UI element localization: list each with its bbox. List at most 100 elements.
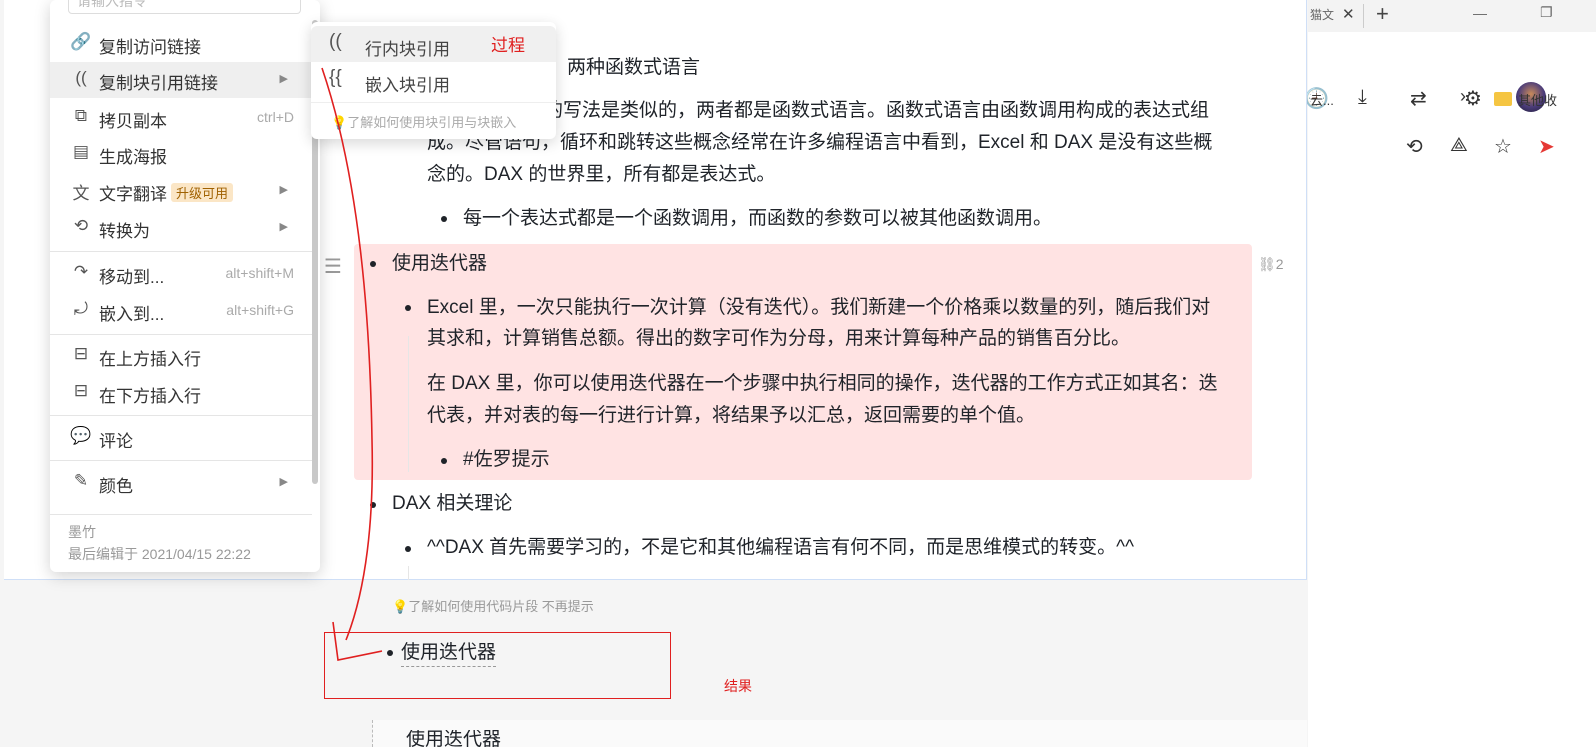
insert-above-icon: ⊟ bbox=[73, 344, 89, 363]
menu-item-label: 拷贝副本 bbox=[99, 112, 167, 131]
bookmarks-bar: 云... › 其他收 bbox=[1308, 84, 1596, 114]
chevron-right-icon[interactable]: › bbox=[1460, 86, 1466, 107]
menu-item-label: 移动到... bbox=[99, 268, 165, 287]
menu-item-color[interactable]: ✎ 颜色 ▶ bbox=[50, 465, 312, 501]
annotation-process-label: 过程 bbox=[491, 36, 525, 55]
inline-block-ref[interactable]: 使用迭代器 bbox=[401, 640, 497, 667]
author-name: 墨竹 bbox=[68, 524, 96, 540]
list-bullet bbox=[441, 458, 447, 464]
menu-item-move[interactable]: ↷ 移动到... alt+shift+M bbox=[50, 256, 312, 292]
menu-divider bbox=[50, 251, 312, 252]
bookmark-fragment[interactable]: 云... bbox=[1310, 90, 1334, 109]
block-ref-count[interactable]: ⛓2 bbox=[1258, 256, 1284, 273]
embed-ref-icon: {{ bbox=[329, 67, 342, 88]
copy-icon: ⧉ bbox=[74, 106, 88, 125]
menu-item-convert[interactable]: ⟲ 转换为 ▶ bbox=[50, 210, 312, 246]
tab-close-icon[interactable]: ✕ bbox=[1342, 5, 1355, 23]
browser-toolbar: 🕘 ⤓ ⇄ ⚙ bbox=[1304, 40, 1596, 112]
menu-item-copy-access-link[interactable]: 🔗 复制访问链接 bbox=[50, 26, 312, 62]
comment-icon: 💬 bbox=[70, 426, 92, 445]
insert-below-icon: ⊟ bbox=[73, 381, 89, 400]
new-tab-icon[interactable]: + bbox=[1376, 1, 1389, 27]
list-item: DAX 相关理论 bbox=[392, 493, 513, 514]
star-icon[interactable]: ☆ bbox=[1494, 134, 1512, 159]
heading-fragment: 两种函数式语言 bbox=[567, 57, 701, 78]
list-item: ^^DAX 首先需要学习的，不是它和其他编程语言有何不同，而是思维模式的转变。^… bbox=[427, 537, 1135, 558]
list-bullet bbox=[370, 261, 376, 267]
menu-item-insert-below[interactable]: ⊟ 在下方插入行 bbox=[50, 375, 312, 411]
paragraph-line: 代表，并对表的每一行进行计算，将结果予以汇总，返回需要的单个值。 bbox=[427, 405, 1036, 426]
menu-divider bbox=[50, 415, 312, 416]
indent-guide bbox=[408, 566, 409, 580]
inline-ref-icon: (( bbox=[329, 31, 342, 52]
translate-icon: 文 bbox=[72, 184, 90, 203]
submenu-arrow-icon: ▶ bbox=[279, 221, 288, 233]
menu-item-label: 评论 bbox=[99, 432, 133, 451]
menu-divider bbox=[50, 334, 312, 335]
list-bullet bbox=[405, 546, 411, 552]
menu-item-duplicate[interactable]: ⧉ 拷贝副本 ctrl+D bbox=[50, 100, 312, 136]
submenu-arrow-icon: ▶ bbox=[279, 184, 288, 196]
folder-icon bbox=[1494, 92, 1512, 106]
send-icon[interactable]: ➤ bbox=[1538, 134, 1555, 159]
menu-item-label: 文字翻译 升级可用 bbox=[99, 180, 234, 205]
block-ref-icon: (( bbox=[75, 68, 87, 87]
menu-item-label: 在上方插入行 bbox=[99, 350, 201, 369]
next-block-text: 使用迭代器 bbox=[406, 730, 502, 747]
list-bullet bbox=[405, 305, 411, 311]
menu-item-label: 复制块引用链接 bbox=[99, 74, 218, 93]
snippet-tip[interactable]: 💡了解如何使用代码片段 不再提示 bbox=[392, 596, 594, 615]
block-context-menu: 请输入指令 🔗 复制访问链接 (( 复制块引用链接 ▶ ⧉ 拷贝副本 ctrl+… bbox=[50, 0, 320, 572]
link-icon: 🔗 bbox=[70, 32, 92, 51]
menu-item-copy-block-ref[interactable]: (( 复制块引用链接 ▶ bbox=[50, 62, 312, 98]
indent-guide bbox=[408, 336, 409, 472]
tag-link[interactable]: #佐罗提示 bbox=[463, 444, 550, 476]
tab-separator bbox=[1363, 4, 1364, 28]
embed-icon: ⤾ bbox=[73, 299, 89, 318]
other-bookmarks[interactable]: 其他收 bbox=[1518, 90, 1557, 109]
menu-item-label: 复制访问链接 bbox=[99, 38, 201, 57]
command-search-input[interactable]: 请输入指令 bbox=[68, 0, 301, 14]
list-bullet bbox=[441, 216, 447, 222]
paragraph-line: 的写法是类似的，两者都是函数式语言。函数式语言由函数调用构成的表达式组 bbox=[544, 100, 1210, 121]
history-icon[interactable]: ⟲ bbox=[1406, 134, 1423, 159]
list-item: 每一个表达式都是一个函数调用，而函数的参数可以被其他函数调用。 bbox=[463, 208, 1053, 229]
poster-icon: ▤ bbox=[72, 142, 90, 161]
next-block bbox=[372, 720, 1307, 747]
menu-divider bbox=[50, 514, 312, 515]
menu-item-translate[interactable]: 文 文字翻译 升级可用 ▶ bbox=[50, 173, 312, 209]
submenu-item-embed-ref[interactable]: {{ 嵌入块引用 bbox=[311, 62, 556, 98]
submenu-help-link[interactable]: 💡了解如何使用块引用与块嵌入 bbox=[331, 112, 516, 131]
submenu-item-label: 行内块引用 bbox=[365, 40, 450, 59]
menu-item-label: 嵌入到... bbox=[99, 305, 165, 324]
browser-chrome: 猫文 ✕ + — ❐ 🕘 ⤓ ⇄ ⚙ 云... › 其他收 ⟲ ⟁ ☆ ➤ bbox=[1304, 0, 1596, 747]
menu-item-insert-above[interactable]: ⊟ 在上方插入行 bbox=[50, 338, 312, 374]
menu-item-comment[interactable]: 💬 评论 bbox=[50, 420, 312, 456]
shortcut-hint: ctrl+D bbox=[257, 109, 294, 125]
convert-icon: ⟲ bbox=[73, 216, 89, 235]
shortcut-hint: alt+shift+G bbox=[226, 302, 294, 318]
menu-item-text: 文字翻译 bbox=[99, 185, 167, 204]
drag-handle-icon[interactable]: ☰ bbox=[324, 254, 342, 279]
menu-item-embed[interactable]: ⤾ 嵌入到... alt+shift+G bbox=[50, 293, 312, 329]
minimize-icon[interactable]: — bbox=[1473, 5, 1487, 21]
list-bullet bbox=[387, 650, 393, 656]
color-icon: ✎ bbox=[73, 471, 89, 490]
submenu-arrow-icon: ▶ bbox=[279, 73, 288, 85]
submenu-arrow-icon: ▶ bbox=[279, 476, 288, 488]
submenu-divider bbox=[311, 102, 556, 103]
paragraph-line: 其求和，计算销售总额。得出的数字可作为分母，用来计算每种产品的销售百分比。 bbox=[427, 328, 1131, 349]
share-graph-icon[interactable]: ⟁ bbox=[1450, 134, 1468, 157]
upgrade-badge: 升级可用 bbox=[171, 183, 234, 202]
menu-item-label: 生成海报 bbox=[99, 148, 167, 167]
lightbulb-icon: 💡 bbox=[331, 115, 348, 130]
menu-item-poster[interactable]: ▤ 生成海报 bbox=[50, 136, 312, 172]
paragraph-line: 在 DAX 里，你可以使用迭代器在一个步骤中执行相同的操作，迭代器的工作方式正如… bbox=[427, 373, 1218, 394]
snippet-tip-text: 了解如何使用代码片段 不再提示 bbox=[408, 599, 594, 614]
block-title: 使用迭代器 bbox=[392, 253, 488, 274]
restore-icon[interactable]: ❐ bbox=[1540, 4, 1553, 21]
tab-title-fragment[interactable]: 猫文 bbox=[1310, 6, 1334, 23]
annotation-result-label: 结果 bbox=[724, 678, 752, 694]
submenu-item-label: 嵌入块引用 bbox=[365, 76, 450, 95]
submenu-help-text: 了解如何使用块引用与块嵌入 bbox=[347, 115, 517, 130]
